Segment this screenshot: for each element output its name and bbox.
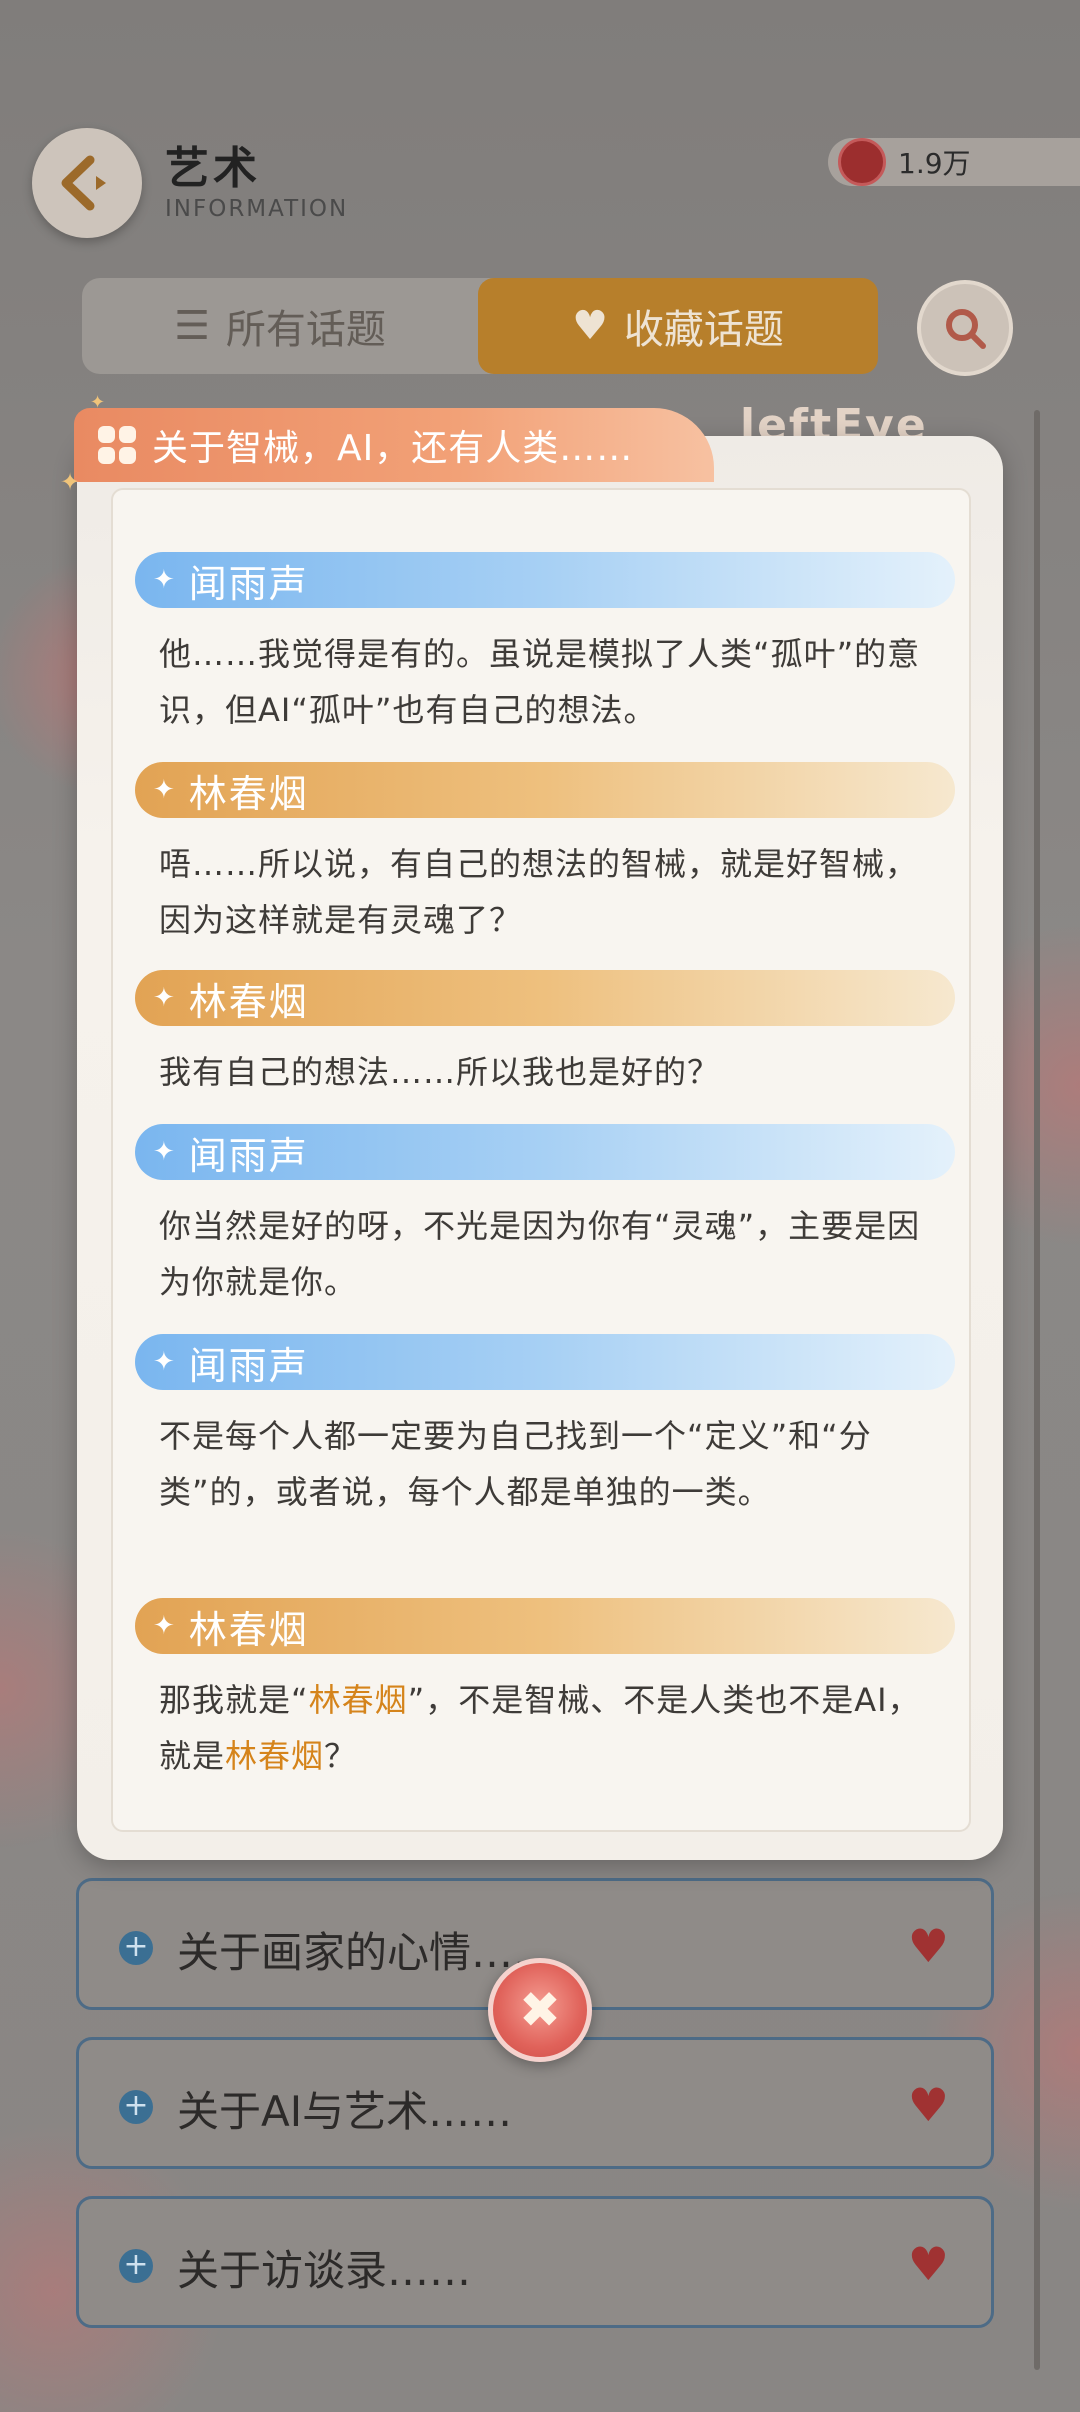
currency-amount: 1.9万 — [898, 147, 971, 180]
sparkle-icon: ✦ — [153, 565, 175, 595]
heart-icon: ♥ — [572, 303, 608, 349]
tab-all-topics[interactable]: ☰ 所有话题 — [82, 278, 478, 374]
sparkle-icon: ✦ — [153, 1137, 175, 1167]
speaker-tag: ✦ 闻雨声 — [135, 1334, 955, 1390]
sparkle-icon: ✦ — [153, 983, 175, 1013]
scrollbar[interactable] — [1034, 410, 1040, 2370]
topic-card-label: 关于画家的心情…… — [177, 1928, 556, 1977]
dialogue-entry: ✦ 林春烟 唔……所以说，有自己的想法的智械，就是好智械，因为这样就是有灵魂了？ — [135, 762, 955, 948]
dialogue-text: 不是每个人都一定要为自己找到一个“定义”和“分类”的，或者说，每个人都是单独的一… — [159, 1417, 872, 1511]
speaker-name: 林春烟 — [188, 771, 309, 816]
dialogue-entry: ✦ 闻雨声 他……我觉得是有的。虽说是模拟了人类“孤叶”的意识，但AI“孤叶”也… — [135, 552, 955, 738]
speaker-name: 闻雨声 — [188, 1133, 309, 1178]
dialogue-text: 那我就是“林春烟”，不是智械、不是人类也不是AI，就是林春烟？ — [159, 1681, 921, 1775]
dialogue-text: 我有自己的想法……所以我也是好的？ — [159, 1053, 721, 1091]
dialogue-entry: ✦ 林春烟 那我就是“林春烟”，不是智械、不是人类也不是AI，就是林春烟？ — [135, 1598, 955, 1784]
heart-icon[interactable]: ♥ — [908, 2078, 949, 2132]
speaker-tag: ✦ 林春烟 — [135, 970, 955, 1026]
sparkle-icon: ✦ — [90, 392, 106, 413]
topic-tab-bar: ☰ 所有话题 ♥ 收藏话题 — [82, 278, 878, 374]
dialogue-text: 他……我觉得是有的。虽说是模拟了人类“孤叶”的意识，但AI“孤叶”也有自己的想法… — [159, 635, 921, 729]
back-arrow-icon — [61, 155, 106, 211]
topic-card-label: 关于AI与艺术…… — [177, 2087, 513, 2136]
page-title: 艺术 — [165, 143, 261, 194]
dialog-header: 关于智械，AI，还有人类…… — [74, 408, 714, 482]
grid-icon — [98, 426, 136, 464]
speaker-tag: ✦ 闻雨声 — [135, 552, 955, 608]
tab-favorite-topics[interactable]: ♥ 收藏话题 — [478, 278, 878, 374]
dialogue-entry: ✦ 林春烟 我有自己的想法……所以我也是好的？ — [135, 970, 955, 1100]
dialogue-text: 唔……所以说，有自己的想法的智械，就是好智械，因为这样就是有灵魂了？ — [159, 845, 919, 939]
speaker-name: 闻雨声 — [188, 1343, 309, 1388]
dialogue-entry: ✦ 闻雨声 你当然是好的呀，不光是因为你有“灵魂”，主要是因为你就是你。 — [135, 1124, 955, 1310]
speaker-name: 林春烟 — [188, 1607, 309, 1652]
speaker-name: 林春烟 — [188, 979, 309, 1024]
speaker-tag: ✦ 林春烟 — [135, 762, 955, 818]
heart-icon[interactable]: ♥ — [908, 2237, 949, 2291]
tab-all-topics-label: 所有话题 — [225, 307, 386, 353]
heart-icon[interactable]: ♥ — [908, 1919, 949, 1973]
coin-icon — [838, 138, 886, 186]
speaker-tag: ✦ 林春烟 — [135, 1598, 955, 1654]
close-icon: ✖ — [519, 1981, 561, 2039]
search-icon — [946, 309, 986, 349]
search-button[interactable] — [917, 280, 1013, 376]
topic-card-label: 关于访谈录…… — [177, 2246, 472, 2295]
sparkle-icon: ✦ — [153, 775, 175, 805]
highlighted-name: 林春烟 — [308, 1681, 408, 1719]
plus-icon: + — [119, 2249, 153, 2283]
list-icon: ☰ — [174, 303, 210, 349]
plus-icon: + — [119, 1931, 153, 1965]
plus-icon: + — [119, 2090, 153, 2124]
back-button[interactable] — [32, 128, 142, 238]
highlighted-name: 林春烟 — [225, 1737, 325, 1775]
dialogue-text: 你当然是好的呀，不光是因为你有“灵魂”，主要是因为你就是你。 — [159, 1207, 921, 1301]
speaker-name: 闻雨声 — [188, 561, 309, 606]
page-subtitle: INFORMATION — [165, 196, 349, 222]
sparkle-icon: ✦ — [153, 1611, 175, 1641]
close-button[interactable]: ✖ — [488, 1958, 592, 2062]
speaker-tag: ✦ 闻雨声 — [135, 1124, 955, 1180]
sparkle-icon: ✦ — [153, 1347, 175, 1377]
tab-favorite-topics-label: 收藏话题 — [623, 307, 784, 353]
topic-card[interactable]: + 关于访谈录…… ♥ — [76, 2196, 994, 2328]
sparkle-icon: ✦ — [60, 468, 81, 496]
dialog-title: 关于智械，AI，还有人类…… — [152, 428, 634, 469]
currency-display: 1.9万 — [828, 138, 1080, 186]
dialogue-entry: ✦ 闻雨声 不是每个人都一定要为自己找到一个“定义”和“分类”的，或者说，每个人… — [135, 1334, 955, 1520]
